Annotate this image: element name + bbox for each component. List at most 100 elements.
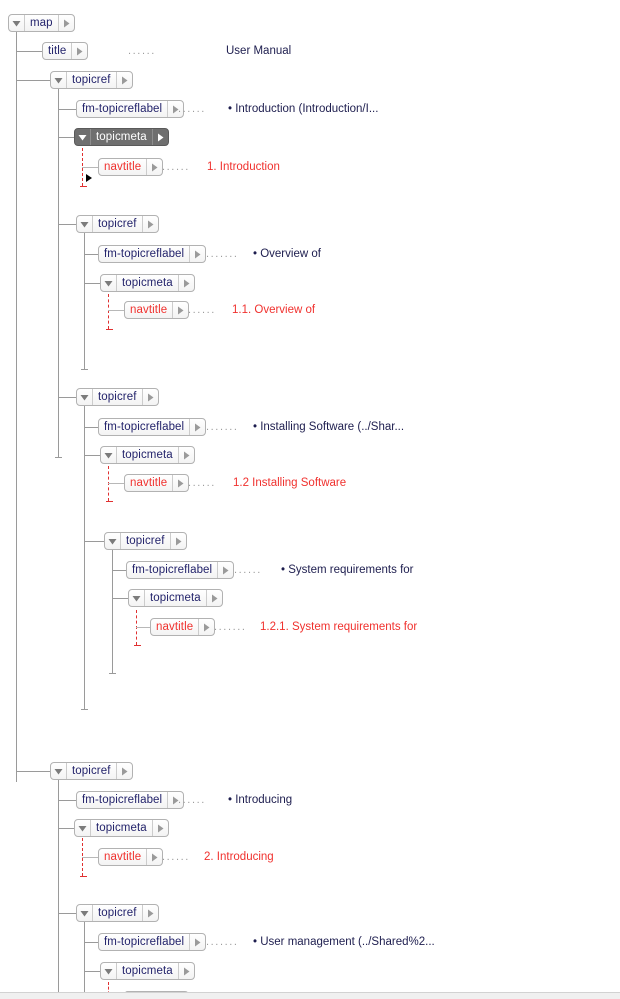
tree-node-topicmeta[interactable]: topicmeta [74, 128, 169, 146]
tree-node-topicref[interactable]: topicref [50, 762, 133, 780]
tree-node-label: topicref [98, 391, 137, 403]
node-content-text[interactable]: 1.1. Overview of [232, 302, 315, 318]
expand-right-triangle-icon[interactable] [57, 15, 74, 31]
tree-connector-horizontal [112, 598, 128, 599]
collapse-triangle-icon[interactable] [101, 963, 117, 979]
tree-node-topicmeta[interactable]: topicmeta [100, 446, 195, 464]
tree-connector-horizontal [84, 254, 98, 255]
tree-node-navtitle[interactable]: navtitle [98, 848, 164, 866]
node-content-text[interactable]: • Overview of [253, 246, 321, 262]
tree-node-fm-topicreflabel[interactable]: fm-topicreflabel [98, 245, 207, 263]
expand-right-triangle-icon[interactable] [115, 763, 132, 779]
tree-node-label: map [30, 17, 53, 29]
collapse-triangle-icon[interactable] [75, 129, 91, 145]
node-content-text[interactable]: • Introduction (Introduction/I... [228, 101, 378, 117]
node-content-text[interactable]: • Introducing [228, 792, 292, 808]
text-node-connector [108, 483, 124, 484]
tree-connector-horizontal [16, 771, 50, 772]
tree-node-fm-topicreflabel[interactable]: fm-topicreflabel [98, 933, 207, 951]
tree-node-fm-topicreflabel[interactable]: fm-topicreflabel [76, 791, 185, 809]
expand-right-triangle-icon[interactable] [115, 72, 132, 88]
leader-dots: ....... [206, 421, 239, 433]
expand-right-triangle-icon[interactable] [151, 820, 168, 836]
expand-right-triangle-icon[interactable] [177, 447, 194, 463]
collapse-triangle-icon[interactable] [77, 216, 93, 232]
tree-connector-horizontal [16, 51, 42, 52]
node-content-text[interactable]: • User management (../Shared%2... [253, 934, 435, 950]
expand-right-triangle-icon[interactable] [146, 159, 162, 175]
collapse-triangle-icon[interactable] [101, 275, 117, 291]
collapse-triangle-icon[interactable] [9, 15, 25, 31]
node-content-text[interactable]: 1. Introduction [207, 159, 280, 175]
collapse-triangle-icon[interactable] [101, 447, 117, 463]
tree-node-fm-topicreflabel[interactable]: fm-topicreflabel [98, 418, 207, 436]
tree-node-topicref[interactable]: topicref [76, 215, 159, 233]
tree-node-topicref[interactable]: topicref [76, 388, 159, 406]
tree-node-topicmeta[interactable]: topicmeta [128, 589, 223, 607]
expand-right-triangle-icon[interactable] [141, 216, 158, 232]
tree-node-navtitle[interactable]: navtitle [124, 301, 190, 319]
tree-connector-vertical [58, 780, 59, 999]
expand-right-triangle-icon[interactable] [177, 963, 194, 979]
leader-dots: ...... [178, 794, 206, 806]
tree-node-title[interactable]: title [42, 42, 89, 60]
expand-right-triangle-icon[interactable] [205, 590, 222, 606]
leader-dots: ...... [188, 477, 216, 489]
collapse-triangle-icon[interactable] [129, 590, 145, 606]
tree-connector-horizontal [84, 455, 100, 456]
tree-node-topicref[interactable]: topicref [76, 904, 159, 922]
tree-node-fm-topicreflabel[interactable]: fm-topicreflabel [126, 561, 235, 579]
expand-right-triangle-icon[interactable] [217, 562, 233, 578]
collapse-triangle-icon[interactable] [77, 905, 93, 921]
node-content-text[interactable]: 1.2.1. System requirements for [260, 619, 417, 635]
expand-right-triangle-icon[interactable] [71, 43, 87, 59]
expand-right-triangle-icon[interactable] [151, 129, 168, 145]
tree-node-label: navtitle [130, 304, 168, 316]
expand-right-triangle-icon[interactable] [146, 849, 162, 865]
tree-node-topicmeta[interactable]: topicmeta [100, 962, 195, 980]
tree-connector-horizontal [58, 224, 76, 225]
node-content-text[interactable]: User Manual [226, 43, 291, 59]
tree-node-label: topicmeta [96, 822, 147, 834]
node-content-text[interactable]: 1.2 Installing Software [233, 475, 346, 491]
leader-dots: ...... [162, 851, 190, 863]
tree-connector-horizontal [84, 971, 100, 972]
expand-right-triangle-icon[interactable] [172, 302, 188, 318]
leader-dots: ....... [206, 936, 239, 948]
collapse-triangle-icon[interactable] [51, 72, 67, 88]
tree-node-topicmeta[interactable]: topicmeta [74, 819, 169, 837]
tree-node-label: fm-topicreflabel [132, 564, 213, 576]
expand-right-triangle-icon[interactable] [198, 619, 214, 635]
tree-node-navtitle[interactable]: navtitle [150, 618, 216, 636]
leader-dots: ...... [178, 103, 206, 115]
node-content-text[interactable]: 2. Introducing [204, 849, 274, 865]
tree-connector-horizontal [112, 570, 126, 571]
tree-node-map[interactable]: map [8, 14, 75, 32]
expand-right-triangle-icon[interactable] [189, 934, 205, 950]
expand-right-triangle-icon[interactable] [141, 389, 158, 405]
map-tree-canvas[interactable]: map title...... User Manual topicref fm-topi… [0, 0, 620, 999]
tree-node-topicref[interactable]: topicref [104, 532, 187, 550]
tree-node-topicmeta[interactable]: topicmeta [100, 274, 195, 292]
expand-right-triangle-icon[interactable] [172, 475, 188, 491]
tree-node-fm-topicreflabel[interactable]: fm-topicreflabel [76, 100, 185, 118]
node-content-text[interactable]: • System requirements for [281, 562, 414, 578]
expand-right-triangle-icon[interactable] [141, 905, 158, 921]
text-caret-cursor [86, 174, 92, 182]
collapse-triangle-icon[interactable] [77, 389, 93, 405]
expand-right-triangle-icon[interactable] [169, 533, 186, 549]
tree-node-navtitle[interactable]: navtitle [124, 474, 190, 492]
tree-node-topicref[interactable]: topicref [50, 71, 133, 89]
collapse-triangle-icon[interactable] [105, 533, 121, 549]
collapse-triangle-icon[interactable] [75, 820, 91, 836]
leader-dots: ....... [206, 248, 239, 260]
expand-right-triangle-icon[interactable] [189, 419, 205, 435]
expand-right-triangle-icon[interactable] [177, 275, 194, 291]
tree-connector-horizontal [58, 397, 76, 398]
bottom-status-strip [0, 992, 620, 999]
collapse-triangle-icon[interactable] [51, 763, 67, 779]
tree-node-label: topicmeta [122, 277, 173, 289]
tree-node-navtitle[interactable]: navtitle [98, 158, 164, 176]
expand-right-triangle-icon[interactable] [189, 246, 205, 262]
node-content-text[interactable]: • Installing Software (../Shar... [253, 419, 404, 435]
